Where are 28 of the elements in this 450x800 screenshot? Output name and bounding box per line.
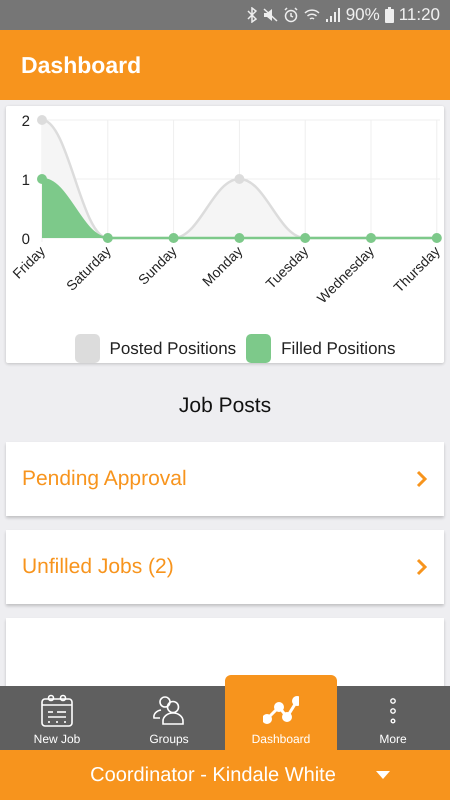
legend-swatch bbox=[246, 334, 272, 363]
clock: 11:20 bbox=[398, 5, 440, 25]
section-heading: Job Posts bbox=[178, 394, 272, 418]
axis-label: 2 bbox=[22, 113, 30, 130]
axis-label: 0 bbox=[22, 231, 30, 248]
job-link-card[interactable]: Pending Approval bbox=[6, 442, 444, 516]
nav-tab[interactable]: Dashboard bbox=[225, 675, 337, 750]
mute-icon bbox=[262, 7, 278, 23]
account-selector[interactable]: Coordinator - Kindale White bbox=[0, 750, 450, 800]
job-link-card[interactable]: Unfilled Jobs (2) bbox=[6, 530, 444, 604]
legend-label: Filled Positions bbox=[281, 338, 396, 358]
axis-label: 1 bbox=[22, 172, 30, 189]
battery-percent: 90% bbox=[346, 5, 380, 25]
legend-label: Posted Positions bbox=[110, 338, 236, 358]
screen-title: Dashboard bbox=[21, 52, 142, 78]
nav-tab[interactable]: New Job bbox=[1, 686, 113, 750]
nav-tab[interactable]: More bbox=[337, 686, 449, 750]
caret-icon bbox=[376, 771, 390, 779]
nav-tab[interactable]: Groups bbox=[113, 686, 225, 750]
bluetooth-icon bbox=[246, 7, 257, 23]
alarm-icon bbox=[282, 7, 299, 23]
more-icon bbox=[390, 698, 396, 724]
chevron-icon bbox=[416, 558, 428, 576]
chevron-icon bbox=[416, 470, 428, 488]
calendar-icon bbox=[39, 693, 75, 729]
legend-swatch bbox=[74, 334, 100, 363]
battery-icon bbox=[384, 7, 394, 23]
signal-icon bbox=[324, 7, 341, 23]
